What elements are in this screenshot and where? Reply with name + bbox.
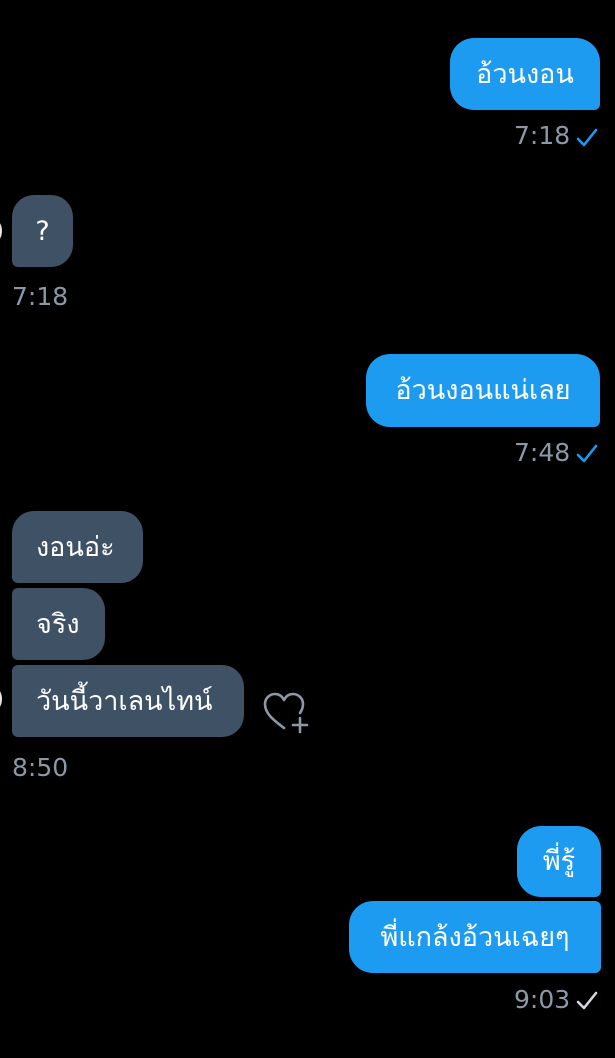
message-bubble-outgoing[interactable]: อ้วนงอนแน่เลย xyxy=(366,354,600,427)
message-text: พี่แกล้งอ้วนเฉยๆ xyxy=(380,921,570,953)
message-text: พี่รู้ xyxy=(542,846,576,877)
message-text: จริง xyxy=(36,608,80,640)
message-bubble-outgoing[interactable]: อ้วนงอน xyxy=(450,38,600,110)
message-bubble-outgoing[interactable]: พี่แกล้งอ้วนเฉยๆ xyxy=(349,901,601,973)
message-timestamp: 7:18 xyxy=(514,121,571,150)
message-text: ? xyxy=(35,215,50,247)
message-timestamp: 8:50 xyxy=(12,753,69,782)
message-text: งอนอ่ะ xyxy=(36,531,115,563)
avatar[interactable] xyxy=(0,688,2,710)
message-text: อ้วนงอนแน่เลย xyxy=(395,375,571,406)
avatar[interactable] xyxy=(0,220,2,242)
check-icon xyxy=(576,128,598,147)
message-text: วันนี้วาเลนไทน์ xyxy=(36,685,213,717)
message-text: อ้วนงอน xyxy=(476,58,574,90)
check-icon xyxy=(576,991,598,1010)
message-timestamp: 9:03 xyxy=(514,985,571,1014)
message-timestamp: 7:48 xyxy=(514,438,571,467)
message-bubble-incoming[interactable]: วันนี้วาเลนไทน์ xyxy=(12,665,244,737)
message-bubble-outgoing[interactable]: พี่รู้ xyxy=(517,826,601,897)
heart-plus-icon[interactable] xyxy=(262,692,310,736)
message-timestamp: 7:18 xyxy=(12,282,69,311)
message-bubble-incoming[interactable]: งอนอ่ะ xyxy=(12,511,143,583)
message-bubble-incoming[interactable]: จริง xyxy=(12,588,105,660)
check-icon xyxy=(576,444,598,463)
message-bubble-incoming[interactable]: ? xyxy=(12,195,73,267)
